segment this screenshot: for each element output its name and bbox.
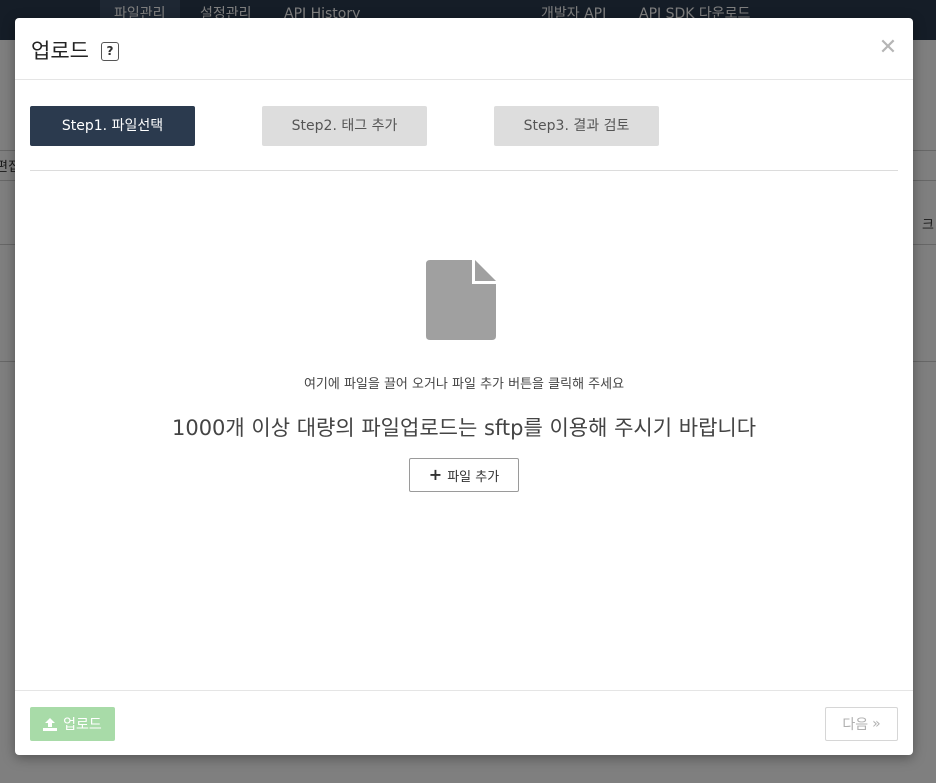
next-button[interactable]: 다음 » bbox=[825, 707, 898, 741]
step-3-review-results[interactable]: Step3. 결과 검토 bbox=[494, 106, 659, 146]
modal-footer: 업로드 다음 » bbox=[15, 690, 913, 755]
steps-divider bbox=[30, 170, 898, 171]
help-icon[interactable]: ? bbox=[101, 42, 119, 61]
add-file-button[interactable]: + 파일 추가 bbox=[409, 458, 519, 492]
plus-icon: + bbox=[428, 465, 443, 484]
drop-hint-text: 여기에 파일을 끌어 오거나 파일 추가 버튼을 클릭해 주세요 bbox=[303, 377, 625, 392]
upload-icon bbox=[43, 717, 58, 731]
add-file-label: 파일 추가 bbox=[447, 469, 500, 485]
modal-title: 업로드 bbox=[31, 39, 89, 63]
modal-header: 업로드 ? ✕ bbox=[15, 18, 913, 80]
file-icon bbox=[426, 260, 496, 340]
close-button[interactable]: ✕ bbox=[877, 36, 899, 60]
upload-modal: 업로드 ? ✕ Step1. 파일선택 Step2. 태그 추가 Step3. … bbox=[15, 18, 913, 755]
upload-button[interactable]: 업로드 bbox=[30, 707, 115, 741]
step-2-add-tags[interactable]: Step2. 태그 추가 bbox=[262, 106, 427, 146]
step-1-select-file[interactable]: Step1. 파일선택 bbox=[30, 106, 195, 146]
double-chevron-right-icon: » bbox=[872, 716, 881, 732]
upload-label: 업로드 bbox=[63, 717, 102, 733]
bulk-upload-note: 1000개 이상 대량의 파일업로드는 sftp를 이용해 주시기 바랍니다 bbox=[171, 416, 757, 440]
next-label: 다음 bbox=[842, 717, 869, 733]
